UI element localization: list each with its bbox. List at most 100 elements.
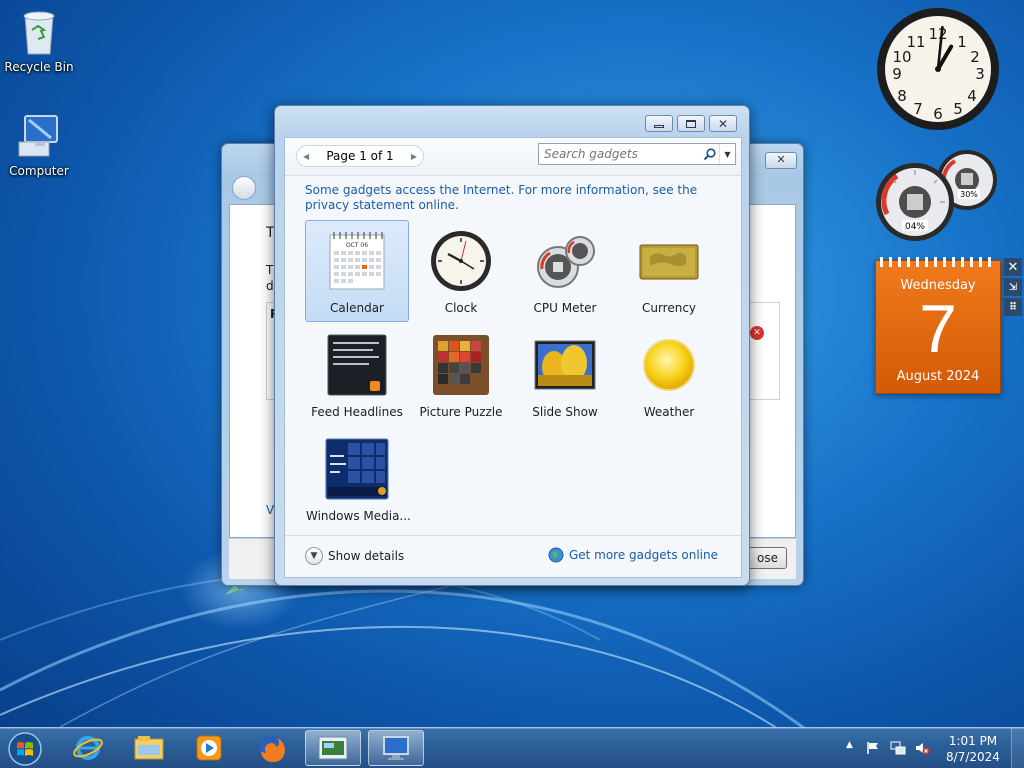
clock-numeral: 7 (913, 100, 923, 118)
get-more-gadgets-link[interactable]: Get more gadgets online (548, 547, 718, 563)
desktop-icon-label: Computer (9, 164, 69, 178)
gallery-body: ◀ Page 1 of 1 ▶ ▼ Some gadgets access th… (284, 137, 742, 578)
gadget-size-icon[interactable]: ⇲ (1004, 278, 1022, 296)
desktop-icon-recycle-bin[interactable]: Recycle Bin (0, 8, 78, 74)
cpu-meter-gadget-icon (537, 236, 595, 288)
gadget-tile-windows-media[interactable]: Windows Media... (305, 428, 411, 530)
close-icon: ✕ (717, 116, 729, 131)
show-details-label: Show details (328, 549, 405, 563)
back-close-label: ose (757, 551, 778, 565)
gadget-tile-calendar[interactable]: OCT 06 Calendar (305, 220, 409, 322)
gadget-tile-weather[interactable]: Weather (617, 324, 721, 426)
media-player-icon (196, 735, 222, 761)
clock-numeral: 1 (957, 33, 967, 51)
gadget-label: CPU Meter (533, 301, 597, 315)
desktop-icon-label: Recycle Bin (4, 60, 74, 74)
prev-page-button[interactable]: ◀ (303, 152, 309, 161)
windows-media-gadget-icon (325, 438, 389, 500)
computer-icon (18, 115, 58, 157)
remote-desktop-icon (383, 736, 409, 760)
back-text: d (266, 279, 274, 293)
gadget-window-icon (318, 736, 348, 760)
restore-icon (686, 119, 696, 128)
back-window-close-button[interactable]: ✕ (765, 152, 797, 169)
picture-puzzle-gadget-icon (433, 335, 489, 395)
back-nav-button[interactable] (232, 176, 256, 200)
minimize-icon (654, 124, 664, 128)
internet-explorer-icon (73, 736, 103, 760)
minimize-button[interactable] (645, 115, 673, 132)
calendar-thumb-month: OCT 06 (346, 242, 368, 249)
clock-numeral: 11 (906, 33, 925, 51)
clock-date: 8/7/2024 (946, 750, 1000, 764)
gadget-drag-icon[interactable]: ⠿ (1004, 298, 1022, 316)
firefox-icon (259, 735, 285, 762)
clock-gadget-icon (431, 231, 491, 291)
globe-icon (548, 547, 564, 563)
gadget-label: Weather (643, 405, 695, 419)
taskbar-remote-desktop[interactable] (368, 730, 424, 766)
feed-headlines-gadget-icon (327, 334, 387, 396)
gadget-tile-clock[interactable]: Clock (409, 220, 513, 322)
page-label: Page 1 of 1 (326, 149, 394, 163)
pager: ◀ Page 1 of 1 ▶ (296, 145, 424, 167)
show-details-button[interactable]: ▼ Show details (305, 547, 404, 565)
calendar-gadget[interactable]: Wednesday 7 August 2024 (875, 257, 1001, 394)
clock-numeral: 4 (967, 87, 977, 105)
gadget-label: Clock (444, 301, 478, 315)
desktop-icon-computer[interactable]: Computer (0, 112, 78, 178)
clock-gadget[interactable]: 12 1 2 3 4 5 6 7 8 9 10 11 (876, 7, 1000, 131)
search-input[interactable] (539, 147, 699, 161)
gadget-label: Calendar (330, 301, 384, 315)
privacy-notice[interactable]: Some gadgets access the Internet. For mo… (305, 183, 725, 213)
calendar-rings (880, 257, 996, 267)
memory-icon (961, 173, 973, 185)
gadget-label: Feed Headlines (311, 405, 403, 419)
gadget-tile-cpu-meter[interactable]: CPU Meter (513, 220, 617, 322)
currency-gadget-icon (639, 244, 699, 280)
clock-numeral: 5 (953, 100, 963, 118)
explorer-icon (134, 736, 164, 760)
close-button[interactable]: ✕ (709, 115, 737, 132)
search-icon[interactable] (699, 144, 719, 164)
clock-numeral: 8 (897, 87, 907, 105)
gadget-tile-currency[interactable]: Currency (617, 220, 721, 322)
show-desktop-button[interactable] (1011, 728, 1024, 768)
gadget-gallery-window: ✕ ◀ Page 1 of 1 ▶ ▼ Some gadgets access … (274, 105, 750, 586)
memory-percent: 30% (960, 190, 978, 199)
cpu-percent: 04% (905, 222, 925, 232)
clock-numeral: 2 (970, 48, 980, 66)
calendar-month-year: August 2024 (896, 369, 980, 384)
error-icon: ✕ (750, 326, 764, 340)
gadget-label: Picture Puzzle (419, 405, 503, 419)
taskbar-gadget-window[interactable] (305, 730, 361, 766)
taskbar-firefox[interactable] (244, 730, 300, 766)
gadget-tile-picture-puzzle[interactable]: Picture Puzzle (409, 324, 513, 426)
recycle-bin-icon (23, 11, 55, 55)
taskbar-windows-explorer[interactable] (121, 730, 177, 766)
action-center-flag-icon[interactable] (866, 741, 880, 755)
taskbar: ▲ 1:01 PM 8/7/2024 (0, 727, 1024, 768)
gadget-label: Slide Show (532, 405, 598, 419)
start-button[interactable] (5, 730, 45, 767)
gadget-tile-feed-headlines[interactable]: Feed Headlines (305, 324, 409, 426)
slide-show-gadget-icon (534, 340, 596, 390)
tray-expand-icon[interactable]: ▲ (846, 740, 853, 750)
calendar-gadget-icon: OCT 06 (329, 232, 385, 290)
search-dropdown-icon[interactable]: ▼ (719, 144, 735, 164)
gadget-tile-slide-show[interactable]: Slide Show (513, 324, 617, 426)
back-link[interactable]: V (266, 503, 274, 517)
next-page-button[interactable]: ▶ (411, 152, 417, 161)
gadget-controls: ✕ ⇲ ⠿ (1004, 258, 1022, 318)
taskbar-clock[interactable]: 1:01 PM 8/7/2024 (942, 733, 1004, 765)
taskbar-internet-explorer[interactable] (60, 730, 116, 766)
cpu-icon (907, 194, 923, 210)
gadget-close-icon[interactable]: ✕ (1004, 258, 1022, 276)
maximize-button[interactable] (677, 115, 705, 132)
gallery-toolbar: ◀ Page 1 of 1 ▶ ▼ (285, 138, 741, 176)
system-tray: ▲ 1:01 PM 8/7/2024 (842, 728, 1024, 768)
taskbar-media-player[interactable] (181, 730, 237, 766)
cpu-meter-gadget[interactable]: 30% 04% (875, 148, 1001, 242)
volume-muted-icon[interactable] (914, 740, 930, 756)
network-icon[interactable] (890, 740, 906, 756)
